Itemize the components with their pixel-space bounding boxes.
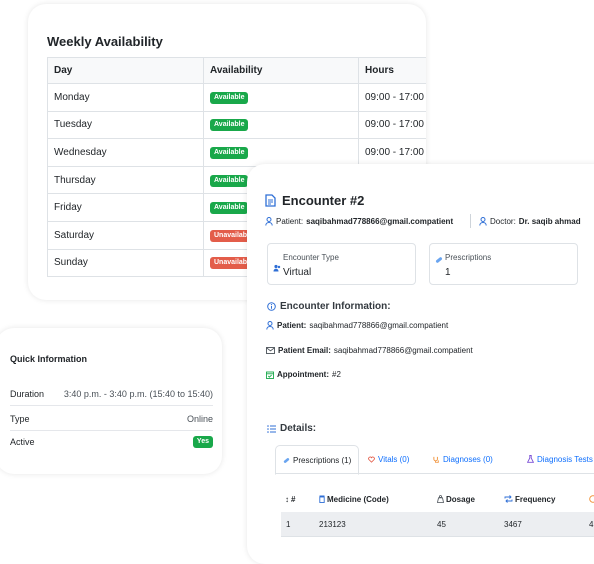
col-availability: Availability: [203, 57, 359, 84]
type-row: Type Online: [10, 408, 213, 431]
day-cell: Monday: [47, 83, 204, 112]
type-value: Online: [186, 414, 213, 424]
col-dosage: Dosage: [437, 487, 475, 511]
sort-icon: ↕: [285, 494, 289, 504]
table-row: Wednesday Available 09:00 - 17:00: [47, 138, 426, 167]
info-patient-value: saqibahmad778866@gmail.compatient: [309, 321, 449, 330]
pill-icon: [435, 256, 443, 264]
flask-icon: [527, 455, 534, 463]
day-cell: Sunday: [47, 249, 204, 278]
users-icon: [273, 264, 281, 272]
repeat-icon: [504, 495, 513, 503]
weight-icon: [437, 495, 444, 503]
document-icon: [265, 194, 276, 207]
quick-information-card: Quick Information Duration 3:40 p.m. - 3…: [0, 328, 222, 474]
table-row: 1 213123 45 3467 4: [281, 512, 594, 537]
type-label: Type: [10, 414, 30, 424]
duration-row: Duration 3:40 p.m. - 3:40 p.m. (15:40 to…: [10, 383, 213, 406]
info-appointment-value: #2: [332, 370, 341, 379]
meta-divider: [470, 214, 471, 228]
duration-label: Duration: [10, 389, 45, 399]
info-email-value: saqibahmad778866@gmail.compatient: [333, 346, 473, 355]
info-patient-label: Patient:: [277, 321, 307, 330]
active-label: Active: [10, 437, 35, 447]
encounter-type-value: Virtual: [283, 267, 312, 278]
info-patient-line: Patient: saqibahmad778866@gmail.compatie…: [266, 321, 448, 330]
row-extra: 4: [589, 519, 594, 529]
info-appointment-line: Appointment: #2: [266, 370, 341, 379]
day-cell: Friday: [47, 193, 204, 222]
pill-bottle-icon: [319, 495, 325, 503]
col-number: ↕ #: [285, 494, 296, 504]
list-icon: [267, 424, 276, 433]
status-badge: Available: [210, 91, 249, 104]
hours-cell: 09:00 - 17:00: [358, 83, 426, 112]
encounter-title: Encounter #2: [282, 193, 365, 208]
stethoscope-icon: [433, 456, 440, 463]
patient-meta-value: saqibahmad778866@gmail.compatient: [306, 217, 454, 226]
quick-information-title: Quick Information: [10, 354, 88, 364]
day-cell: Thursday: [47, 166, 204, 195]
doctor-meta: Doctor: Dr. saqib ahmad: [479, 217, 581, 226]
doctor-meta-value: Dr. saqib ahmad: [518, 217, 581, 226]
status-badge: Available: [210, 146, 249, 159]
tab-vitals[interactable]: Vitals (0): [368, 445, 409, 473]
info-email-label: Patient Email:: [278, 346, 331, 355]
col-frequency: Frequency: [504, 487, 555, 511]
prescriptions-label: Prescriptions: [445, 253, 492, 262]
active-row: Active Yes: [10, 431, 213, 453]
encounter-type-label: Encounter Type: [283, 253, 339, 262]
doctor-icon: [479, 217, 487, 226]
row-frequency: 3467: [504, 519, 522, 529]
envelope-icon: [266, 347, 275, 354]
day-cell: Wednesday: [47, 138, 204, 167]
hours-cell: 09:00 - 17:00: [358, 138, 426, 167]
row-dosage: 45: [437, 519, 446, 529]
tab-diagnoses[interactable]: Diagnoses (0): [433, 445, 493, 473]
status-badge: Available: [210, 174, 249, 187]
info-icon: [267, 302, 276, 311]
prescriptions-table-header: ↕ # Medicine (Code) Dosage Frequency: [281, 487, 594, 511]
heart-icon: [368, 456, 375, 463]
clock-icon: [589, 487, 594, 511]
table-header-row: Day Availability Hours: [47, 57, 426, 84]
details-tabs: Prescriptions (1) Vitals (0) Diagnoses (…: [275, 445, 594, 475]
patient-meta-label: Patient:: [276, 217, 304, 226]
day-cell: Tuesday: [47, 111, 204, 140]
info-appointment-label: Appointment:: [277, 370, 329, 379]
encounter-information-heading: Encounter Information:: [267, 301, 391, 312]
prescriptions-value: 1: [445, 267, 451, 278]
active-badge: Yes: [192, 436, 213, 448]
weekly-availability-title: Weekly Availability: [47, 34, 163, 49]
row-number: 1: [286, 519, 291, 529]
doctor-meta-label: Doctor:: [490, 217, 516, 226]
tab-prescriptions[interactable]: Prescriptions (1): [275, 445, 360, 475]
info-email-line: Patient Email: saqibahmad778866@gmail.co…: [266, 346, 473, 355]
status-badge: Available: [210, 202, 249, 215]
details-heading: Details:: [267, 423, 316, 434]
encounter-type-box: Encounter Type Virtual: [267, 243, 416, 285]
pill-icon: [283, 457, 290, 464]
col-hours: Hours: [358, 57, 426, 84]
tab-diagnosis-tests[interactable]: Diagnosis Tests (0): [527, 445, 594, 473]
encounter-card: Encounter #2 Patient: saqibahmad778866@g…: [247, 164, 594, 564]
prescriptions-box: Prescriptions 1: [429, 243, 578, 285]
row-medicine: 213123: [319, 519, 346, 529]
status-badge: Available: [210, 119, 249, 132]
tabs-divider: [275, 473, 594, 474]
table-row: Monday Available 09:00 - 17:00: [47, 83, 426, 112]
patient-meta: Patient: saqibahmad778866@gmail.compatie…: [265, 217, 453, 226]
table-row: Tuesday Available 09:00 - 17:00: [47, 111, 426, 140]
col-day: Day: [47, 57, 204, 84]
hours-cell: 09:00 - 17:00: [358, 111, 426, 140]
encounter-title-row: Encounter #2: [265, 193, 364, 208]
col-medicine: Medicine (Code): [319, 487, 389, 511]
calendar-check-icon: [266, 371, 274, 379]
day-cell: Saturday: [47, 221, 204, 250]
user-icon: [266, 321, 274, 330]
duration-value: 3:40 p.m. - 3:40 p.m. (15:40 to 15:40): [63, 389, 213, 399]
user-icon: [265, 217, 273, 226]
